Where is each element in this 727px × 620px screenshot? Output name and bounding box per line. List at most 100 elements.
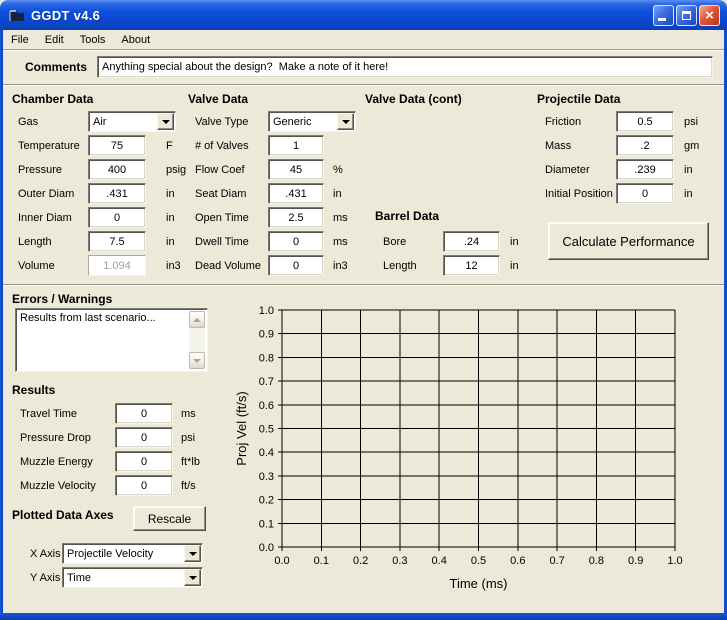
- app-window: GGDT v4.6 × File Edit Tools About Commen…: [0, 0, 727, 620]
- svg-text:0.7: 0.7: [549, 555, 564, 567]
- temperature-unit: F: [166, 140, 173, 152]
- temperature-input[interactable]: [88, 135, 146, 156]
- pressure-row: Pressurepsig: [18, 159, 186, 180]
- close-glyph: ×: [705, 8, 714, 23]
- open-time-unit: ms: [333, 212, 348, 224]
- pressure-drop-input[interactable]: [115, 427, 173, 448]
- muzzle-energy-input[interactable]: [115, 451, 173, 472]
- dead-volume-unit: in3: [333, 260, 348, 272]
- svg-text:Proj Vel (ft/s): Proj Vel (ft/s): [234, 391, 249, 465]
- gas-select[interactable]: Air: [88, 111, 176, 132]
- valve-type-label: Valve Type: [195, 116, 268, 128]
- pressure-input[interactable]: [88, 159, 146, 180]
- initial-position-input[interactable]: [616, 183, 674, 204]
- plotted-data-axes-header: Plotted Data Axes: [12, 508, 114, 522]
- down-triangle-glyph: [162, 120, 170, 124]
- dropdown-arrow-icon[interactable]: [337, 113, 354, 130]
- down-triangle-glyph: [342, 120, 350, 124]
- chamber-data-header: Chamber Data: [12, 92, 93, 106]
- window-border: [0, 613, 727, 620]
- inner-diam-input[interactable]: [88, 207, 146, 228]
- comments-input[interactable]: [97, 56, 713, 78]
- svg-text:0.4: 0.4: [432, 555, 447, 567]
- muzzle-velocity-unit: ft/s: [181, 480, 196, 492]
- outer-diam-input[interactable]: [88, 183, 146, 204]
- dropdown-arrow-icon[interactable]: [184, 545, 201, 562]
- menu-about[interactable]: About: [113, 32, 158, 48]
- minimize-button-icon[interactable]: [653, 5, 674, 26]
- calculate-performance-button[interactable]: Calculate Performance: [548, 222, 709, 260]
- pressure-drop-row: Pressure Droppsi: [20, 427, 200, 448]
- svg-text:0.5: 0.5: [471, 555, 486, 567]
- svg-text:0.8: 0.8: [589, 555, 604, 567]
- svg-text:0.6: 0.6: [510, 555, 525, 567]
- flow-coef-row: Flow Coef%: [195, 159, 356, 180]
- bore-unit: in: [510, 236, 519, 248]
- dropdown-arrow-icon[interactable]: [157, 113, 174, 130]
- gas-row: GasAir: [18, 111, 186, 132]
- friction-label: Friction: [545, 116, 616, 128]
- scrollbar[interactable]: [189, 311, 205, 369]
- bore-input[interactable]: [443, 231, 500, 252]
- inner-diam-row: Inner Diamin: [18, 207, 186, 228]
- flow-coef-label: Flow Coef: [195, 164, 268, 176]
- errors-warnings-box[interactable]: Results from last scenario...: [15, 308, 208, 372]
- svg-text:0.0: 0.0: [259, 542, 274, 554]
- open-time-row: Open Timems: [195, 207, 356, 228]
- seat-diam-input[interactable]: [268, 183, 324, 204]
- initial-position-unit: in: [684, 188, 693, 200]
- dwell-time-input[interactable]: [268, 231, 324, 252]
- travel-time-input[interactable]: [115, 403, 173, 424]
- volume-input: [88, 255, 146, 276]
- travel-time-row: Travel Timems: [20, 403, 200, 424]
- dead-volume-input[interactable]: [268, 255, 324, 276]
- barrel-length-label: Length: [383, 260, 443, 272]
- barrel-length-input[interactable]: [443, 255, 500, 276]
- mass-row: Massgm: [545, 135, 699, 156]
- valve-data-cont-header: Valve Data (cont): [365, 92, 462, 106]
- x-axis-select[interactable]: Projectile Velocity: [62, 543, 203, 564]
- pressure-drop-unit: psi: [181, 432, 195, 444]
- barrel-length-unit: in: [510, 260, 519, 272]
- menu-file[interactable]: File: [3, 32, 37, 48]
- chamber-length-label: Length: [18, 236, 88, 248]
- maximize-button-icon[interactable]: [676, 5, 697, 26]
- muzzle-velocity-row: Muzzle Velocity ft/s: [20, 475, 200, 496]
- y-axis-select[interactable]: Time: [62, 567, 203, 588]
- seat-diam-unit: in: [333, 188, 342, 200]
- scroll-down-icon[interactable]: [189, 352, 205, 369]
- initial-position-row: Initial Positionin: [545, 183, 699, 204]
- divider: [3, 49, 724, 51]
- menu-edit[interactable]: Edit: [37, 32, 72, 48]
- friction-input[interactable]: [616, 111, 674, 132]
- muzzle-velocity-label: Muzzle Velocity: [20, 480, 115, 492]
- seat-diam-row: Seat Diamin: [195, 183, 356, 204]
- up-arrow-glyph: [193, 318, 201, 322]
- open-time-input[interactable]: [268, 207, 324, 228]
- chamber-length-input[interactable]: [88, 231, 146, 252]
- scroll-up-icon[interactable]: [189, 311, 205, 328]
- menu-tools[interactable]: Tools: [72, 32, 114, 48]
- app-icon[interactable]: [9, 8, 25, 23]
- menu-bar: File Edit Tools About: [3, 30, 724, 49]
- travel-time-label: Travel Time: [20, 408, 115, 420]
- valve-type-select[interactable]: Generic: [268, 111, 356, 132]
- friction-row: Frictionpsi: [545, 111, 699, 132]
- mass-input[interactable]: [616, 135, 674, 156]
- dead-volume-label: Dead Volume: [195, 260, 268, 272]
- svg-text:0.8: 0.8: [259, 352, 274, 364]
- muzzle-energy-label: Muzzle Energy: [20, 456, 115, 468]
- muzzle-energy-unit: ft*lb: [181, 456, 200, 468]
- svg-text:Time (ms): Time (ms): [449, 576, 507, 591]
- close-button-icon[interactable]: ×: [699, 5, 720, 26]
- rescale-button[interactable]: Rescale: [133, 506, 206, 531]
- diameter-label: Diameter: [545, 164, 616, 176]
- flow-coef-input[interactable]: [268, 159, 324, 180]
- num-valves-input[interactable]: [268, 135, 324, 156]
- dropdown-arrow-icon[interactable]: [184, 569, 201, 586]
- muzzle-velocity-input[interactable]: [115, 475, 173, 496]
- divider: [3, 84, 724, 86]
- diameter-input[interactable]: [616, 159, 674, 180]
- y-axis-label: Y Axis: [30, 572, 60, 584]
- diameter-unit: in: [684, 164, 693, 176]
